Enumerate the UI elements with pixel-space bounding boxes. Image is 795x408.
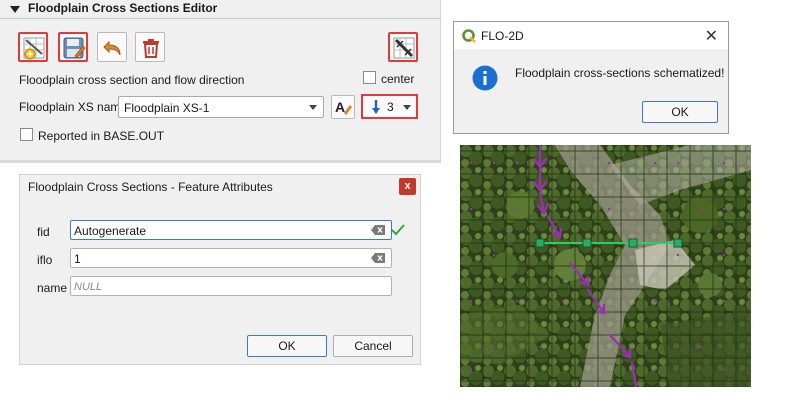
xs-name-label: Floodplain XS name — [19, 100, 128, 114]
add-cross-section-button[interactable] — [18, 32, 48, 62]
flow-direction-combobox[interactable]: 3 — [361, 94, 418, 119]
name-field[interactable]: NULL — [70, 276, 392, 296]
iflo-field[interactable]: 1 — [70, 248, 392, 268]
info-icon — [472, 65, 498, 91]
ok-button[interactable]: OK — [247, 335, 327, 357]
delete-button[interactable] — [135, 32, 165, 62]
name-placeholder: NULL — [74, 281, 103, 293]
svg-text:A: A — [335, 99, 345, 115]
editor-title-bar[interactable]: Floodplain Cross Sections Editor — [0, 0, 441, 18]
reported-label: Reported in BASE.OUT — [38, 129, 165, 143]
clear-icon[interactable] — [371, 253, 385, 263]
fid-field[interactable]: Autogenerate — [70, 220, 392, 240]
undo-button[interactable] — [97, 32, 127, 62]
iflo-value: 1 — [74, 252, 81, 266]
undo-icon — [103, 40, 121, 56]
dialog-title: Floodplain Cross Sections - Feature Attr… — [28, 180, 273, 194]
xs-flow-label: Floodplain cross section and flow direct… — [19, 73, 245, 87]
save-edits-icon — [63, 37, 86, 59]
fid-value: Autogenerate — [74, 224, 147, 238]
aerial-imagery — [460, 145, 751, 387]
rename-xs-button[interactable]: A — [331, 95, 355, 119]
add-cross-section-icon — [23, 37, 45, 60]
flow-direction-value: 3 — [387, 100, 394, 114]
center-label: center — [381, 72, 415, 86]
xs-name-value: Floodplain XS-1 — [124, 101, 210, 115]
clear-icon[interactable] — [371, 225, 385, 235]
message-text: Floodplain cross-sections schematized! — [515, 66, 725, 80]
schematize-icon — [393, 37, 415, 59]
qgis-logo-icon — [462, 29, 476, 43]
floodplain-xs-editor-panel: Floodplain Cross Sections Editor Floodpl… — [0, 0, 441, 163]
checkmark-icon — [391, 224, 405, 236]
message-box-title: FLO-2D — [481, 29, 524, 43]
schematize-button[interactable] — [388, 32, 418, 62]
divider — [0, 18, 441, 19]
rename-icon: A — [335, 99, 352, 115]
editor-title: Floodplain Cross Sections Editor — [28, 1, 218, 15]
message-box-body: Floodplain cross-sections schematized! O… — [454, 49, 728, 133]
xs-name-combobox[interactable]: Floodplain XS-1 — [118, 96, 324, 118]
down-arrow-icon — [372, 100, 380, 114]
ok-button[interactable]: OK — [642, 101, 718, 123]
center-checkbox[interactable] — [363, 71, 376, 84]
chevron-down-icon — [309, 105, 317, 110]
map-canvas[interactable] — [460, 145, 751, 387]
close-button[interactable]: x — [399, 178, 416, 195]
name-label: name — [37, 281, 68, 295]
save-edits-button[interactable] — [58, 32, 88, 62]
delete-icon — [143, 39, 159, 58]
chevron-down-icon — [403, 105, 411, 110]
flo2d-message-box: FLO-2D ✕ Floodplain cross-sections schem… — [453, 21, 729, 134]
collapse-arrow-icon[interactable] — [10, 6, 20, 13]
dialog-title-bar[interactable]: Floodplain Cross Sections - Feature Attr… — [20, 175, 420, 199]
feature-attributes-dialog: Floodplain Cross Sections - Feature Attr… — [19, 174, 421, 365]
reported-checkbox[interactable] — [20, 128, 33, 141]
divider — [0, 160, 441, 163]
fid-label: fid — [37, 225, 50, 239]
cancel-button[interactable]: Cancel — [333, 335, 413, 357]
iflo-label: iflo — [37, 253, 53, 267]
close-icon[interactable]: ✕ — [705, 26, 718, 46]
